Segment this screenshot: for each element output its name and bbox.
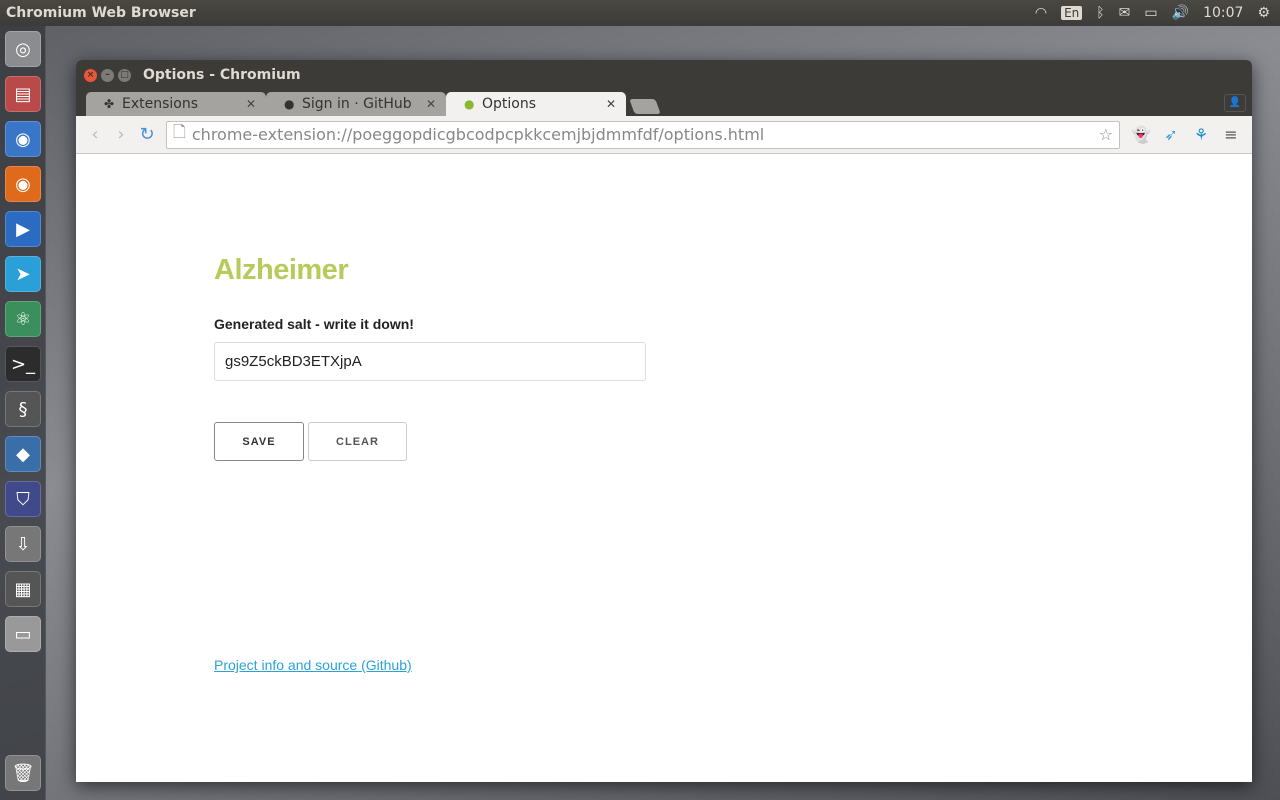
maximize-window-icon[interactable]: □ xyxy=(118,68,131,82)
close-tab-icon[interactable]: ✕ xyxy=(426,97,436,111)
minimize-window-icon[interactable]: – xyxy=(101,68,114,82)
security-shield-icon[interactable]: ⛉ xyxy=(5,481,41,517)
battery-icon[interactable]: ▭ xyxy=(1144,5,1157,21)
page-content: Alzheimer Generated salt - write it down… xyxy=(76,154,1252,782)
telegram-icon[interactable]: ➤ xyxy=(5,256,41,292)
drive-icon[interactable]: ▭ xyxy=(5,616,41,652)
terminal-icon[interactable]: >_ xyxy=(5,346,41,382)
extension-lock-icon: ● xyxy=(464,97,475,111)
tab-label: Sign in · GitHub xyxy=(302,96,412,112)
profile-icon[interactable]: 👤 xyxy=(1224,94,1246,112)
firefox-icon[interactable]: ◉ xyxy=(5,166,41,202)
tab-extensions[interactable]: ✤ Extensions ✕ xyxy=(86,92,266,116)
tab-github[interactable]: ● Sign in · GitHub ✕ xyxy=(266,92,446,116)
url-text[interactable]: chrome-extension://poeggopdicgbcodpcpkkc… xyxy=(192,125,1099,144)
back-icon[interactable]: ‹ xyxy=(82,124,108,145)
close-window-icon[interactable]: × xyxy=(84,68,97,82)
virtualbox-icon[interactable]: ◆ xyxy=(5,436,41,472)
ghostery-icon[interactable]: 👻 xyxy=(1126,125,1156,144)
window-titlebar: × – □ Options - Chromium xyxy=(76,60,1252,90)
mail-icon[interactable]: ✉ xyxy=(1119,5,1131,21)
clear-button[interactable]: CLEAR xyxy=(308,422,407,461)
power-gear-icon[interactable]: ⚙ xyxy=(1257,5,1270,21)
twitter-bird-icon[interactable]: ➶ xyxy=(1156,125,1186,144)
ubuntu-dash-icon[interactable]: ◎ xyxy=(5,31,41,67)
workspace-switcher-icon[interactable]: ▦ xyxy=(5,571,41,607)
launcher: ◎ ▤ ◉ ◉ ▶ ➤ ⚛ >_ § ◆ ⛉ ⇩ ▦ ▭ 🗑 xyxy=(0,26,46,800)
window-title: Options - Chromium xyxy=(143,67,301,83)
active-app-name: Chromium Web Browser xyxy=(6,5,196,21)
trash-icon[interactable]: 🗑 xyxy=(5,755,41,791)
atom-icon[interactable]: ⚛ xyxy=(5,301,41,337)
media-player-icon[interactable]: ▶ xyxy=(5,211,41,247)
chromium-icon[interactable]: ◉ xyxy=(5,121,41,157)
system-tray: ◠ En ᛒ ✉ ▭ 🔊 10:07 ⚙ xyxy=(1035,0,1270,26)
salt-input[interactable] xyxy=(214,342,646,381)
tab-label: Options xyxy=(482,96,537,112)
system-top-bar: Chromium Web Browser ◠ En ᛒ ✉ ▭ 🔊 10:07 … xyxy=(0,0,1280,26)
tab-label: Extensions xyxy=(122,96,199,112)
github-icon: ● xyxy=(284,97,295,111)
bookmark-star-icon[interactable]: ☆ xyxy=(1099,125,1113,144)
address-bar[interactable]: 🗋 chrome-extension://poeggopdicgbcodpcpk… xyxy=(166,120,1120,149)
software-updater-icon[interactable]: ⇩ xyxy=(5,526,41,562)
new-tab-button[interactable] xyxy=(629,99,661,114)
tab-strip: ✤ Extensions ✕ ● Sign in · GitHub ✕ ● Op… xyxy=(76,90,1252,116)
reload-icon[interactable]: ↻ xyxy=(134,124,160,145)
volume-icon[interactable]: 🔊 xyxy=(1172,5,1189,21)
browser-window: × – □ Options - Chromium ✤ Extensions ✕ … xyxy=(76,60,1252,782)
keyboard-layout-indicator[interactable]: En xyxy=(1061,6,1083,20)
python-icon[interactable]: § xyxy=(5,391,41,427)
tab-options[interactable]: ● Options ✕ xyxy=(446,92,626,116)
network-extension-icon[interactable]: ⚘ xyxy=(1186,125,1216,144)
browser-toolbar: ‹ › ↻ 🗋 chrome-extension://poeggopdicgbc… xyxy=(76,116,1252,154)
menu-icon[interactable]: ≡ xyxy=(1216,125,1246,144)
forward-icon[interactable]: › xyxy=(108,124,134,145)
clock[interactable]: 10:07 xyxy=(1203,5,1243,21)
puzzle-icon: ✤ xyxy=(104,97,115,111)
files-icon[interactable]: ▤ xyxy=(5,76,41,112)
bluetooth-icon[interactable]: ᛒ xyxy=(1096,5,1104,21)
close-tab-icon[interactable]: ✕ xyxy=(606,97,616,111)
close-tab-icon[interactable]: ✕ xyxy=(246,97,256,111)
salt-label: Generated salt - write it down! xyxy=(214,316,414,332)
page-icon: 🗋 xyxy=(173,122,186,141)
save-button[interactable]: SAVE xyxy=(214,422,304,461)
wifi-icon[interactable]: ◠ xyxy=(1035,5,1047,21)
page-title: Alzheimer xyxy=(214,254,349,286)
project-info-link[interactable]: Project info and source (Github) xyxy=(214,657,412,673)
